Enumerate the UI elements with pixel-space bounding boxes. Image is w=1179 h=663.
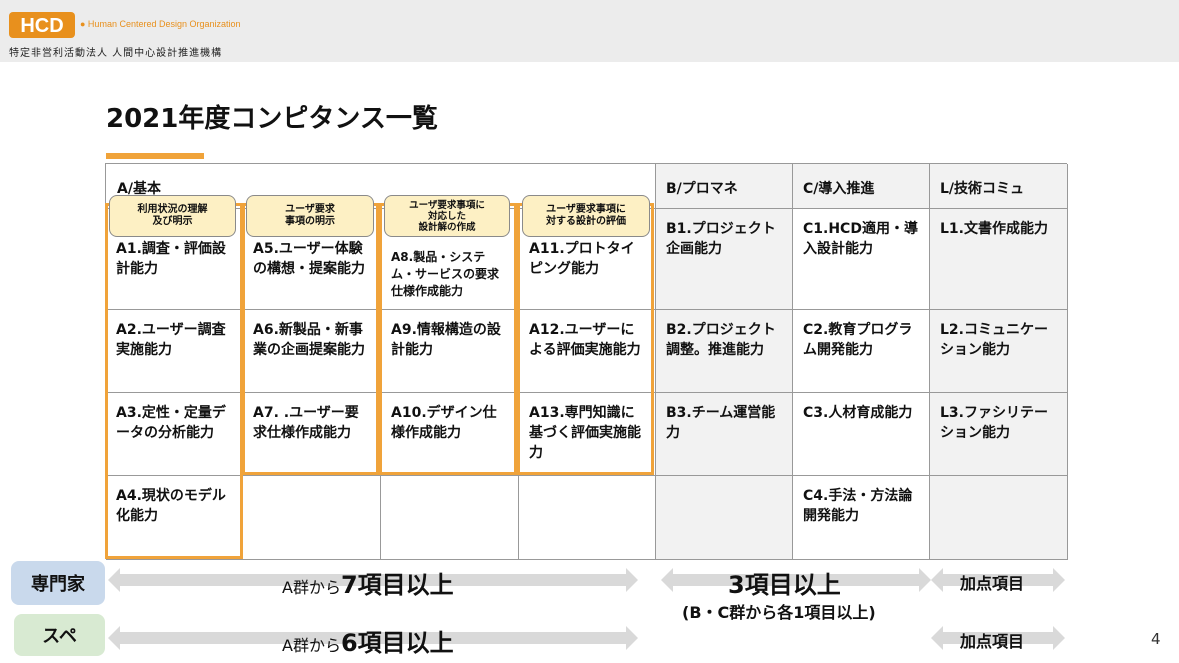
cell-empty-a3col <box>381 476 519 560</box>
column-outline-a3 <box>379 203 517 475</box>
badge-user-requirements: ユーザ要求 事項の明示 <box>246 195 374 237</box>
expert-a-requirement: A群から7項目以上 <box>282 565 454 600</box>
badge-design-evaluation: ユーザ要求事項に 対する設計の評価 <box>522 195 650 237</box>
column-outline-a1 <box>105 203 243 559</box>
expert-a-count: 7項目以上 <box>340 571 454 599</box>
specialist-label: スペ <box>14 614 105 656</box>
header-c-label: C/導入推進 <box>803 181 875 197</box>
cell-empty-a2col <box>243 476 381 560</box>
cell-c4: C4.手法・方法論開発能力 <box>793 476 930 560</box>
cell-c2: C2.教育プログラム開発能力 <box>793 310 930 393</box>
cell-empty-l <box>930 476 1068 560</box>
specialist-a-count: 6項目以上 <box>340 629 454 657</box>
expert-bc-count: 3項目以上 <box>728 571 841 599</box>
logo-org-name: 特定非営利活動法人 人間中心設計推進機構 <box>9 48 223 59</box>
cell-empty-a4col <box>519 476 656 560</box>
cell-c3: C3.人材育成能力 <box>793 393 930 476</box>
header-l-label: L/技術コミュ <box>940 181 1025 197</box>
cell-c1: C1.HCD適用・導入設計能力 <box>793 209 930 310</box>
cell-l1: L1.文書作成能力 <box>930 209 1068 310</box>
column-outline-a4 <box>517 203 654 475</box>
expert-l-bonus: 加点項目 <box>960 574 1025 593</box>
logo-text: HCD <box>20 15 63 37</box>
expert-bc-note: (B・C群から各1項目以上) <box>682 603 876 622</box>
cell-b2: B2.プロジェクト調整。推進能力 <box>656 310 793 393</box>
page-title: 2021年度コンピタンス一覧 <box>106 104 438 134</box>
column-outline-a2 <box>242 203 379 475</box>
header-band: HCD ● Human Centered Design Organization… <box>0 0 1179 62</box>
logo-tagline: ● Human Centered Design Organization <box>80 19 241 29</box>
badge-design-solution: ユーザ要求事項に 対応した 設計解の作成 <box>384 195 510 237</box>
specialist-a-prefix: A群から <box>282 636 341 655</box>
expert-label: 専門家 <box>11 561 105 605</box>
specialist-a-requirement: A群から6項目以上 <box>282 623 454 658</box>
cell-empty-b <box>656 476 793 560</box>
header-b-label: B/プロマネ <box>666 181 738 197</box>
title-accent-bar <box>106 153 204 159</box>
cell-l2: L2.コミュニケーション能力 <box>930 310 1068 393</box>
page-number: 4 <box>1151 630 1161 648</box>
cell-l3: L3.ファシリテーション能力 <box>930 393 1068 476</box>
specialist-l-bonus: 加点項目 <box>960 632 1025 651</box>
cell-b1: B1.プロジェクト企画能力 <box>656 209 793 310</box>
expert-a-prefix: A群から <box>282 578 341 597</box>
cell-b3: B3.チーム運営能力 <box>656 393 793 476</box>
hcd-logo: HCD <box>9 12 75 38</box>
badge-context-understanding: 利用状況の理解 及び明示 <box>109 195 236 237</box>
